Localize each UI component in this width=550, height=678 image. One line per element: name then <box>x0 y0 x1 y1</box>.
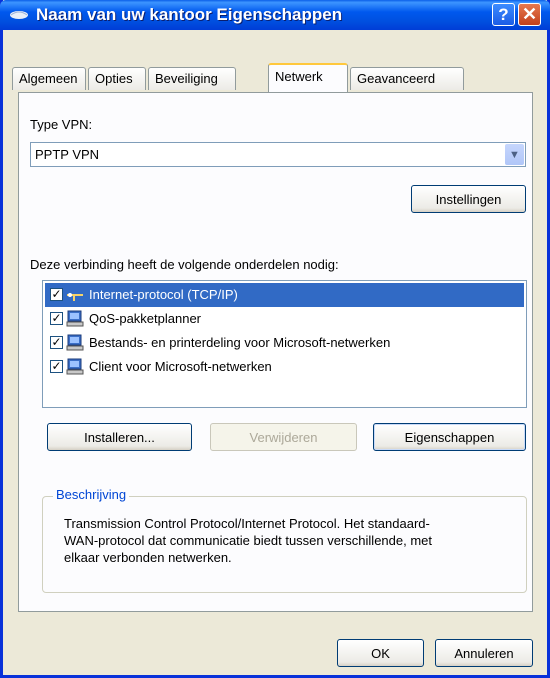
close-button[interactable]: ✕ <box>518 3 541 26</box>
tab-label: Opties <box>95 71 133 86</box>
remove-button-label: Verwijderen <box>249 429 318 445</box>
settings-button[interactable]: Instellingen <box>411 185 526 213</box>
list-item-qos[interactable]: ✓ QoS-pakketplanner <box>45 307 524 331</box>
tab-label: Algemeen <box>19 71 78 86</box>
checkbox-qos[interactable]: ✓ <box>50 312 63 325</box>
tab-geavanceerd[interactable]: Geavanceerd <box>350 67 464 90</box>
tab-label: Beveiliging <box>155 71 218 86</box>
network-service-icon <box>66 334 84 351</box>
checkbox-file-sharing[interactable]: ✓ <box>50 336 63 349</box>
list-item-label: QoS-pakketplanner <box>89 311 202 326</box>
ok-button[interactable]: OK <box>337 639 424 667</box>
tab-opties[interactable]: Opties <box>88 67 146 90</box>
settings-button-label: Instellingen <box>435 191 502 207</box>
vpn-type-label: Type VPN: <box>30 117 93 132</box>
network-client-icon <box>66 358 84 375</box>
checkbox-tcpip[interactable]: ✓ <box>50 288 63 301</box>
checkbox-client[interactable]: ✓ <box>50 360 63 373</box>
network-service-icon <box>66 310 84 327</box>
vpn-type-select[interactable]: PPTP VPN ▼ <box>30 142 526 167</box>
tab-netwerk[interactable]: Netwerk <box>268 63 348 92</box>
list-item-client[interactable]: ✓ Client voor Microsoft-netwerken <box>45 355 524 379</box>
description-title: Beschrijving <box>53 487 130 502</box>
tab-label: Geavanceerd <box>357 71 436 86</box>
help-button[interactable]: ? <box>492 3 515 26</box>
close-icon: ✕ <box>521 4 538 24</box>
tab-beveiliging[interactable]: Beveiliging <box>148 67 236 90</box>
tab-label: Netwerk <box>275 69 323 84</box>
tab-strip: Algemeen Opties Beveiliging Netwerk Geav… <box>12 63 532 93</box>
vpn-type-value: PPTP VPN <box>35 147 100 162</box>
list-item-label: Internet-protocol (TCP/IP) <box>89 287 238 302</box>
chevron-down-icon[interactable]: ▼ <box>505 144 524 165</box>
properties-button[interactable]: Eigenschappen <box>373 423 526 451</box>
window-title: Naam van uw kantoor Eigenschappen <box>36 5 343 24</box>
description-text: Transmission Control Protocol/Internet P… <box>64 516 433 565</box>
tab-algemeen[interactable]: Algemeen <box>12 67 86 90</box>
connection-icon <box>10 11 28 19</box>
cancel-button[interactable]: Annuleren <box>435 639 533 667</box>
list-item-label: Bestands- en printerdeling voor Microsof… <box>89 335 391 350</box>
components-list[interactable]: ✓ Internet-protocol (TCP/IP) ✓ QoS-pakke… <box>42 280 527 408</box>
help-icon: ? <box>498 4 509 24</box>
list-item-file-sharing[interactable]: ✓ Bestands- en printerdeling voor Micros… <box>45 331 524 355</box>
ok-button-label: OK <box>371 645 390 661</box>
cancel-button-label: Annuleren <box>454 645 514 661</box>
properties-button-label: Eigenschappen <box>404 429 495 445</box>
title-bar[interactable]: Naam van uw kantoor Eigenschappen ? ✕ <box>0 0 550 30</box>
components-heading: Deze verbinding heeft de volgende onderd… <box>30 257 339 272</box>
install-button-label: Installeren... <box>84 429 155 445</box>
remove-button[interactable]: Verwijderen <box>210 423 357 451</box>
install-button[interactable]: Installeren... <box>47 423 192 451</box>
properties-dialog: Naam van uw kantoor Eigenschappen ? ✕ Al… <box>0 0 550 678</box>
protocol-icon <box>67 293 83 301</box>
list-item-label: Client voor Microsoft-netwerken <box>89 359 272 374</box>
list-item-tcpip[interactable]: ✓ Internet-protocol (TCP/IP) <box>45 283 524 307</box>
